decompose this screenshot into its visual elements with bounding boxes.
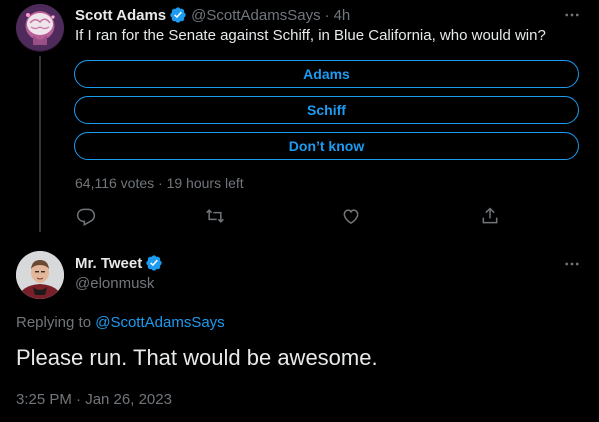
- tweet-thread: Scott Adams @ScottAdamsSays · 4h If I ra…: [0, 0, 599, 422]
- tweet-age[interactable]: 4h: [334, 7, 351, 24]
- replying-to-label: Replying to: [16, 314, 92, 331]
- author-name[interactable]: Scott Adams: [75, 7, 166, 24]
- scott-adams-avatar[interactable]: [16, 4, 64, 52]
- retweet-icon[interactable]: [205, 206, 225, 226]
- poll-meta-separator: ·: [158, 175, 163, 191]
- poll-time-left: 19 hours left: [166, 175, 244, 191]
- verified-badge-icon: [170, 7, 186, 23]
- thread-connector-line: [39, 56, 41, 232]
- poll-option-dont-know[interactable]: Don’t know: [74, 132, 579, 160]
- poll-option-schiff[interactable]: Schiff: [74, 96, 579, 124]
- reply-tweet-header: Mr. Tweet: [75, 253, 167, 273]
- reply-icon[interactable]: [76, 206, 96, 226]
- more-options-icon[interactable]: [563, 255, 581, 273]
- profile-photo: [16, 251, 64, 299]
- replying-to-mention[interactable]: @ScottAdamsSays: [95, 314, 224, 331]
- share-icon[interactable]: [480, 206, 500, 226]
- tweet-timestamp[interactable]: 3:25 PM · Jan 26, 2023: [16, 391, 172, 408]
- poll-option-adams[interactable]: Adams: [74, 60, 579, 88]
- poll-meta: 64,116 votes · 19 hours left: [75, 175, 244, 191]
- replying-to-line: Replying to @ScottAdamsSays: [16, 314, 225, 331]
- poll-vote-count: 64,116 votes: [75, 175, 155, 191]
- author-name[interactable]: Mr. Tweet: [75, 255, 142, 272]
- parent-tweet-header: Scott Adams @ScottAdamsSays · 4h: [75, 5, 350, 25]
- verified-badge-icon: [146, 255, 162, 271]
- separator-dot: ·: [324, 6, 330, 24]
- like-icon[interactable]: [341, 206, 361, 226]
- author-handle[interactable]: @elonmusk: [75, 275, 154, 292]
- mr-tweet-avatar[interactable]: [16, 251, 64, 299]
- parent-tweet-text: If I ran for the Senate against Schiff, …: [75, 27, 546, 44]
- author-handle[interactable]: @ScottAdamsSays: [191, 7, 320, 24]
- more-options-icon[interactable]: [563, 6, 581, 24]
- reply-tweet-text: Please run. That would be awesome.: [16, 345, 378, 370]
- brain-head-illustration: [26, 13, 55, 45]
